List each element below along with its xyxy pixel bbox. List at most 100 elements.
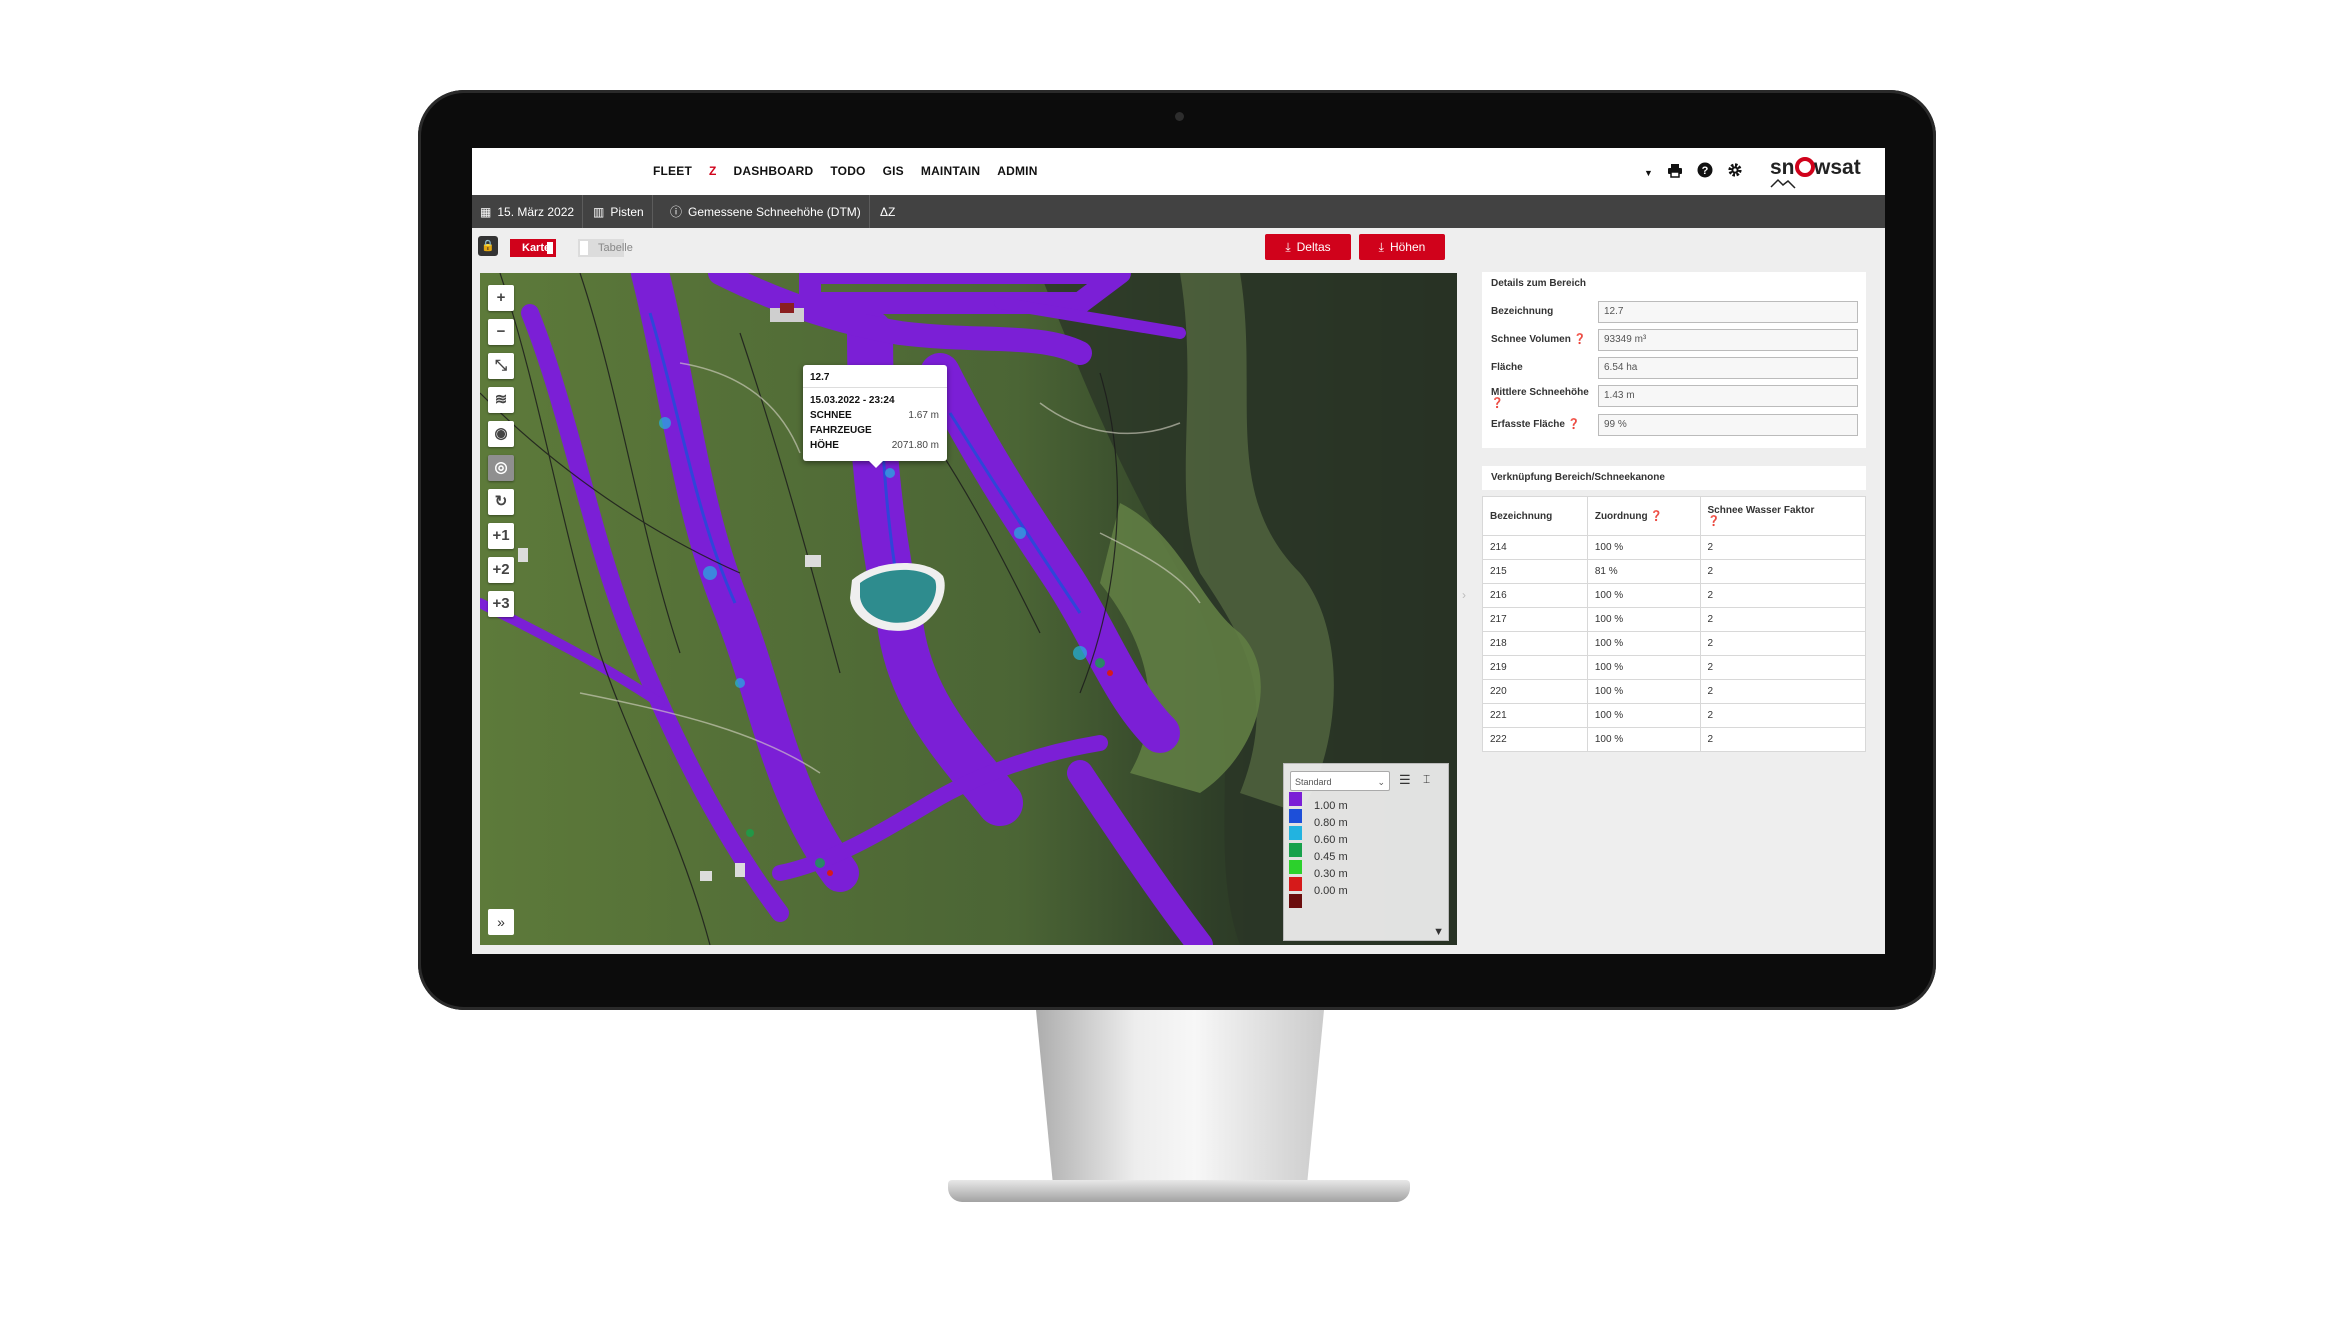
table-row[interactable]: 222 100 % 2 [1482, 727, 1866, 752]
layer-label: Gemessene Schneehöhe (DTM) [688, 204, 861, 219]
legend-scroll-down-icon[interactable]: ▼ [1433, 926, 1444, 938]
print-icon[interactable] [1667, 163, 1683, 183]
plus-one-button[interactable]: +1 [488, 523, 514, 549]
table-row[interactable]: 215 81 % 2 [1482, 559, 1866, 584]
field-label-text: Erfasste Fläche [1491, 419, 1565, 430]
table-cell: 222 [1482, 727, 1588, 752]
plus-three-button[interactable]: +3 [488, 591, 514, 617]
plus-two-button[interactable]: +2 [488, 557, 514, 583]
help-icon[interactable]: ? [1697, 162, 1713, 183]
help-icon: ❓ [1573, 334, 1587, 345]
legend-swatch [1289, 860, 1302, 874]
date-filter[interactable]: ▦ 15. März 2022 [472, 195, 584, 228]
toggle-knob [547, 242, 553, 254]
map-info-popup: 12.7 15.03.2022 - 23:24 SCHNEE 1.67 m FA… [803, 365, 947, 468]
popup-hoehe-label: HÖHE [810, 440, 839, 451]
legend-swatch [1289, 843, 1302, 857]
flaeche-field[interactable]: 6.54 ha [1598, 357, 1858, 379]
popup-fahrzeuge-label: FAHRZEUGE [810, 425, 872, 436]
legend-sort-icon[interactable]: ⌶ [1423, 772, 1430, 787]
svg-text:?: ? [1702, 165, 1709, 177]
column-header-text: Zuordnung [1594, 510, 1648, 522]
schnee-volumen-field[interactable]: 93349 m³ [1598, 329, 1858, 351]
table-cell: 219 [1482, 655, 1588, 680]
pisten-filter[interactable]: ▥ Pisten [585, 195, 653, 228]
karte-toggle[interactable]: Karte [510, 239, 556, 257]
legend-swatch [1289, 792, 1302, 806]
gear-icon[interactable] [1727, 162, 1743, 183]
field-label-text: Mittlere Schneehöhe [1491, 387, 1589, 398]
field-label: Schnee Volumen ❓ [1491, 334, 1586, 345]
legend-label: 1.00 m [1314, 800, 1348, 812]
legend-settings-icon[interactable]: ☰ [1399, 772, 1411, 788]
bezeichnung-field[interactable]: 12.7 [1598, 301, 1858, 323]
snow-depth-map[interactable]: + − ⤡ ≋ ◉ ◎ ↻ +1 +2 +3 » 12.7 15.03.2022… [480, 273, 1457, 945]
column-header: Schnee Wasser Faktor ❓ [1699, 496, 1866, 536]
table-cell: 218 [1482, 631, 1588, 656]
expand-panel-button[interactable]: » [488, 909, 514, 935]
hoehen-download-button[interactable]: ⤓ Höhen [1359, 234, 1445, 260]
nav-maintain[interactable]: MAINTAIN [921, 164, 980, 178]
table-cell: 2 [1699, 559, 1866, 584]
table-row[interactable]: 221 100 % 2 [1482, 703, 1866, 728]
column-header-text: Schnee Wasser Faktor [1707, 505, 1815, 516]
table-row[interactable]: 220 100 % 2 [1482, 679, 1866, 704]
lock-icon[interactable]: 🔒 [478, 236, 498, 256]
nav-z[interactable]: Z [709, 164, 717, 178]
caret-down-icon[interactable]: ▼ [1644, 164, 1653, 182]
field-label: Fläche [1491, 362, 1523, 373]
zoom-out-button[interactable]: − [488, 319, 514, 345]
table-cell: 100 % [1586, 607, 1701, 632]
filter-bar: ▦ 15. März 2022 ▥ Pisten ⓘ Gemessene Sch… [472, 195, 1885, 228]
table-cell: 100 % [1586, 535, 1701, 560]
layers-button[interactable]: ≋ [488, 387, 514, 413]
zoom-in-button[interactable]: + [488, 285, 514, 311]
deltas-label: Deltas [1296, 240, 1331, 254]
table-cell: 2 [1699, 703, 1866, 728]
table-cell: 100 % [1586, 727, 1701, 752]
topbar-icons: ▼ ? [1644, 162, 1743, 183]
layer-filter[interactable]: ⓘ Gemessene Schneehöhe (DTM) [662, 195, 870, 228]
fit-extent-button[interactable]: ⤡ [488, 353, 514, 379]
help-icon: ❓ [1650, 510, 1663, 522]
table-cell: 100 % [1586, 631, 1701, 656]
help-icon: ❓ [1567, 419, 1581, 430]
broadcast-button[interactable]: ◎ [488, 455, 514, 481]
nav-fleet[interactable]: FLEET [653, 164, 692, 178]
table-cell: 2 [1699, 607, 1866, 632]
nav-todo[interactable]: TODO [830, 164, 865, 178]
table-cell: 217 [1482, 607, 1588, 632]
map-controls: + − ⤡ ≋ ◉ ◎ ↻ +1 +2 +3 [488, 285, 514, 625]
table-cell: 100 % [1586, 703, 1701, 728]
table-row[interactable]: 216 100 % 2 [1482, 583, 1866, 608]
help-icon: ❓ [1491, 398, 1504, 409]
download-icon: ⤓ [1378, 239, 1384, 254]
nav-gis[interactable]: GIS [883, 164, 904, 178]
panel-collapse-handle[interactable]: › [1462, 588, 1466, 602]
mittlere-schneehoehe-field[interactable]: 1.43 m [1598, 385, 1858, 407]
table-row[interactable]: 214 100 % 2 [1482, 535, 1866, 560]
deltas-download-button[interactable]: ⤓ Deltas [1265, 234, 1351, 260]
nav-admin[interactable]: ADMIN [997, 164, 1037, 178]
fill-color-button[interactable]: ◉ [488, 421, 514, 447]
legend-style-select[interactable]: Standard ⌄ [1290, 771, 1390, 791]
delta-z-button[interactable]: ΔZ [872, 195, 903, 228]
table-row[interactable]: 218 100 % 2 [1482, 631, 1866, 656]
table-row[interactable]: 219 100 % 2 [1482, 655, 1866, 680]
chevron-down-icon: ⌄ [1377, 777, 1385, 787]
table-cell: 2 [1699, 655, 1866, 680]
refresh-button[interactable]: ↻ [488, 489, 514, 515]
popup-schnee-label: SCHNEE [810, 410, 852, 421]
tabelle-toggle[interactable]: Tabelle [578, 239, 633, 257]
column-header: Bezeichnung [1482, 496, 1588, 536]
details-card-title: Details zum Bereich [1482, 272, 1866, 296]
nav-dashboard[interactable]: DASHBOARD [734, 164, 814, 178]
erfasste-flaeche-field[interactable]: 99 % [1598, 414, 1858, 436]
hoehen-label: Höhen [1389, 240, 1426, 254]
popup-datetime: 15.03.2022 - 23:24 [810, 395, 895, 406]
table-cell: 220 [1482, 679, 1588, 704]
table-cell: 2 [1699, 679, 1866, 704]
table-cell: 214 [1482, 535, 1588, 560]
table-row[interactable]: 217 100 % 2 [1482, 607, 1866, 632]
delta-z-icon: ΔZ [880, 204, 896, 219]
